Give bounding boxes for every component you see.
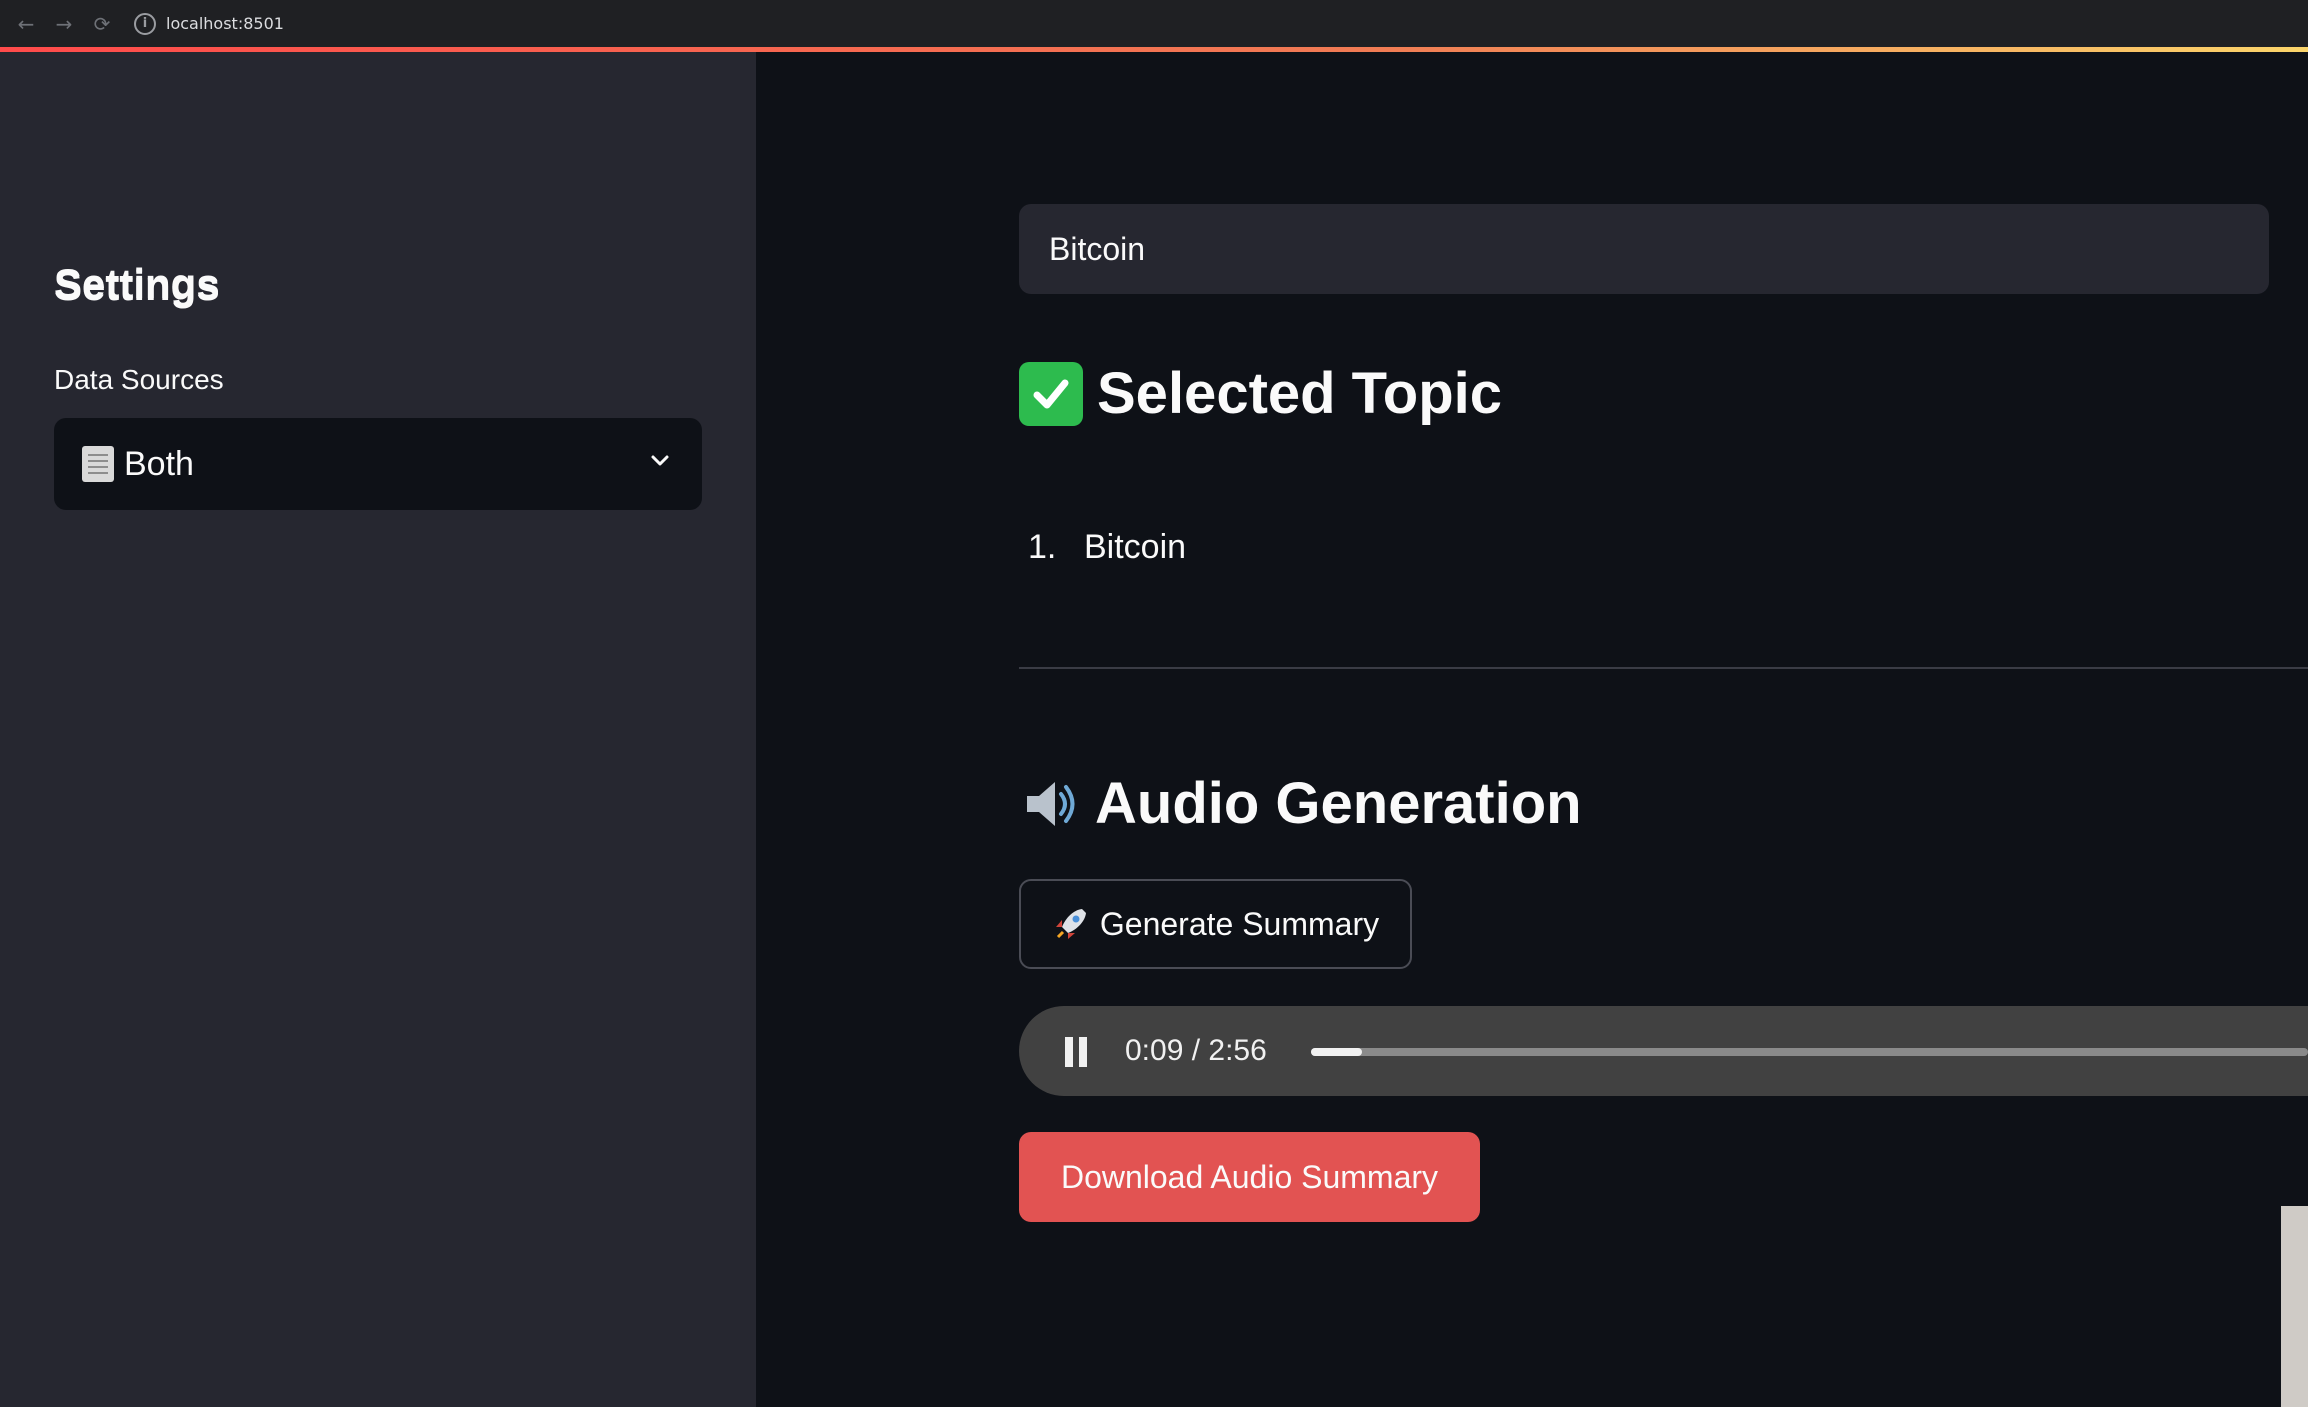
speaker-icon [1027, 781, 1075, 826]
audio-player[interactable]: 0:09 / 2:56 [1019, 1006, 2308, 1096]
url-text[interactable]: localhost:8501 [166, 14, 284, 33]
main-content: Bitcoin Selected Topic 1. Bitcoin Audio … [756, 52, 2308, 1407]
reload-icon[interactable]: ⟳ [88, 10, 116, 38]
site-info-icon[interactable]: i [134, 12, 156, 35]
address-bar[interactable]: i localhost:8501 [134, 7, 284, 41]
check-mark-icon [1019, 361, 1083, 426]
generate-summary-button[interactable]: Generate Summary [1019, 879, 1412, 969]
audio-generation-title: Audio Generation [1095, 771, 1582, 836]
topic-input[interactable]: Bitcoin [1019, 204, 2269, 294]
generate-summary-label: Generate Summary [1099, 905, 1380, 942]
data-sources-select[interactable]: Both [54, 418, 702, 510]
divider [1019, 667, 2308, 669]
list-item-number: 1. [1028, 528, 1057, 566]
back-arrow-icon[interactable]: ← [12, 10, 40, 38]
sidebar-settings-heading: Settings [54, 262, 220, 309]
data-sources-selected-value: Both [124, 444, 194, 483]
list-item-label: Bitcoin [1084, 528, 1187, 566]
chevron-down-icon[interactable] [650, 450, 670, 470]
audio-time: 0:09 / 2:56 [1125, 1034, 1267, 1067]
forward-arrow-icon[interactable]: → [50, 10, 78, 38]
audio-generation-heading: Audio Generation [1019, 770, 1582, 837]
list-item: 1. Bitcoin [1028, 528, 1186, 567]
scrollbar-edge [2281, 1206, 2308, 1407]
download-audio-summary-button[interactable]: Download Audio Summary [1019, 1132, 1480, 1222]
selected-topic-heading: Selected Topic [1019, 360, 1502, 427]
browser-toolbar: ← → ⟳ i localhost:8501 [0, 0, 2308, 47]
selected-topic-title: Selected Topic [1097, 361, 1503, 426]
rocket-icon [1055, 909, 1086, 939]
pause-icon[interactable] [1065, 1037, 1089, 1067]
audio-progress-bar[interactable] [1311, 1048, 2308, 1056]
audio-progress-fill [1311, 1048, 1362, 1056]
data-sources-label: Data Sources [54, 364, 224, 395]
sidebar: Settings [0, 52, 756, 1407]
newspaper-icon [82, 446, 114, 482]
